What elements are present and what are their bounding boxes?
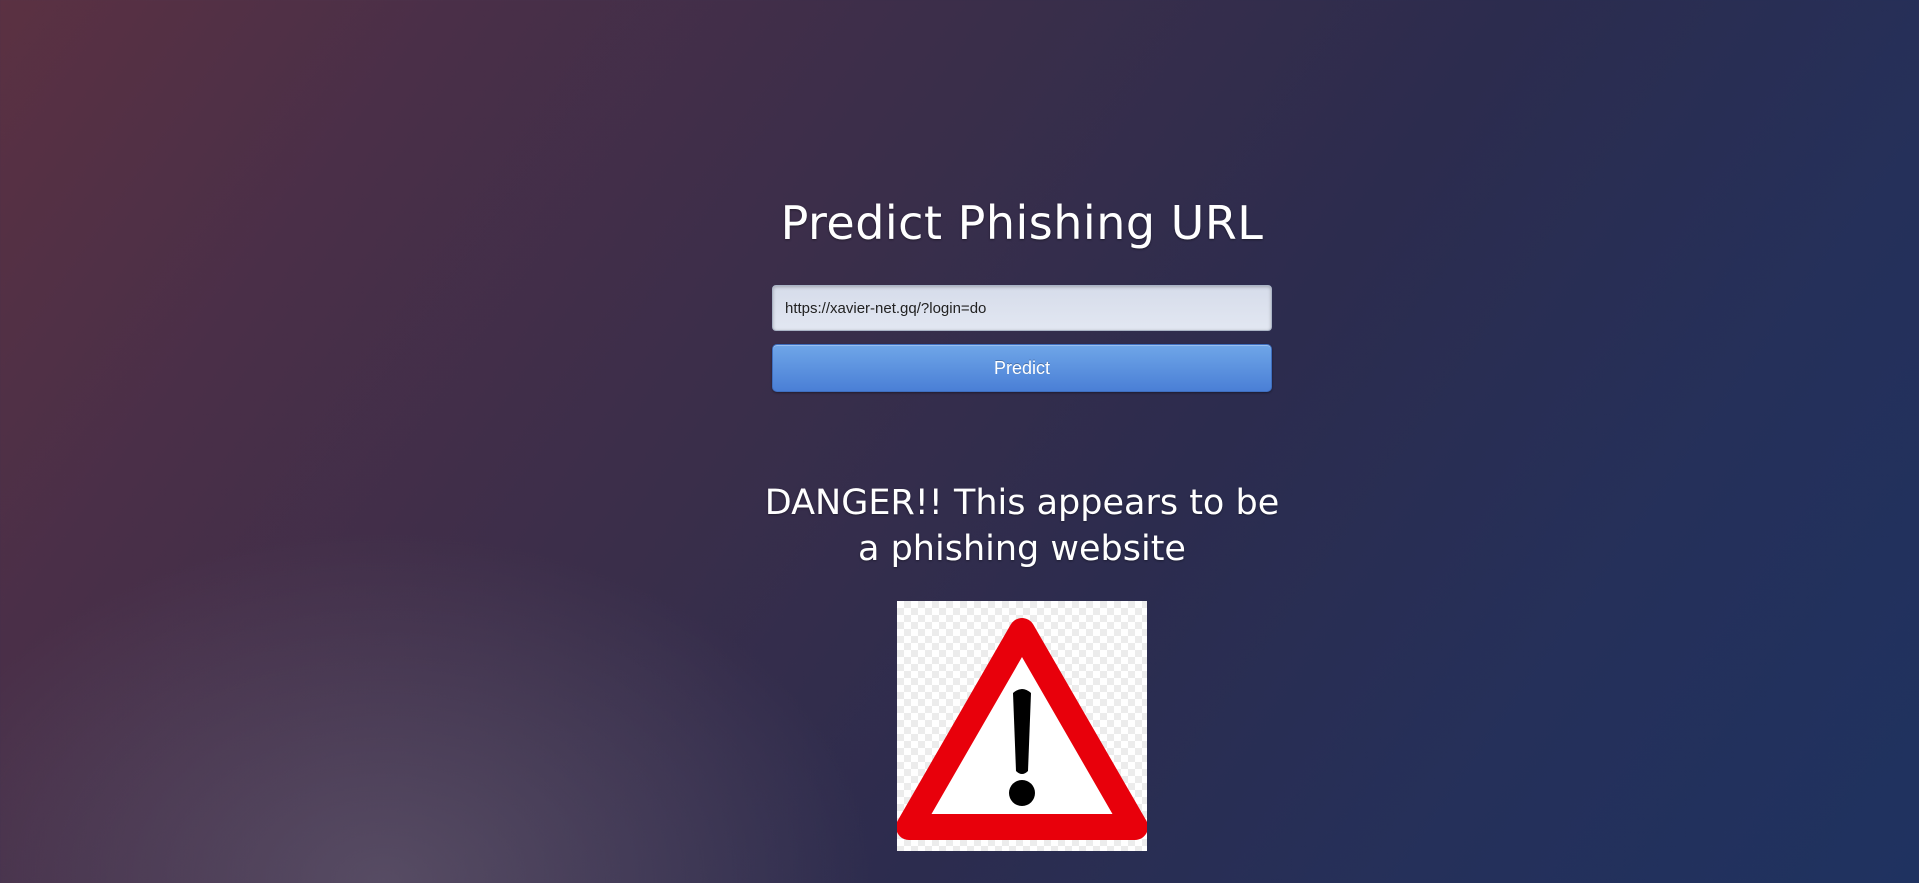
page: Predict Phishing URL Predict DANGER!! Th…: [0, 0, 1919, 883]
warning-triangle-icon: [897, 601, 1147, 851]
page-title: Predict Phishing URL: [780, 196, 1264, 250]
url-input[interactable]: [772, 285, 1272, 331]
result-message: DANGER!! This appears to be a phishing w…: [764, 483, 1280, 569]
predict-button[interactable]: Predict: [772, 344, 1272, 392]
